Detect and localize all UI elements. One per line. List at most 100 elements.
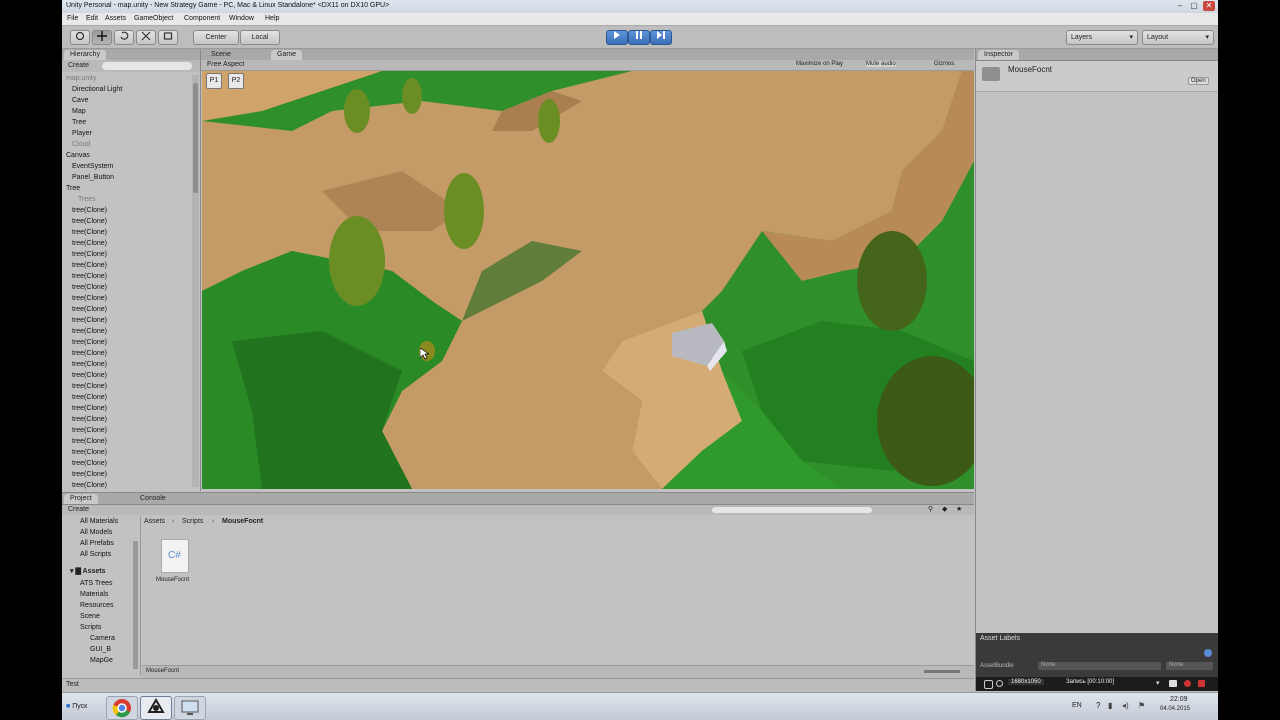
hierarchy-scrollbar[interactable] xyxy=(192,75,199,487)
pause-button[interactable] xyxy=(628,30,650,45)
hierarchy-item[interactable]: tree(Clone) xyxy=(62,271,190,282)
stop-icon[interactable] xyxy=(1198,680,1205,687)
hierarchy-item[interactable]: tree(Clone) xyxy=(62,436,190,447)
volume-icon[interactable]: ◂) xyxy=(1122,701,1129,710)
asset-bundle-dropdown[interactable]: None xyxy=(1038,662,1161,670)
folder-item[interactable]: Resources xyxy=(80,600,140,611)
p1-button[interactable]: P1 xyxy=(206,73,222,89)
menu-edit[interactable]: Edit xyxy=(86,15,98,22)
p2-button[interactable]: P2 xyxy=(228,73,244,89)
tab-inspector[interactable]: Inspector xyxy=(978,50,1019,60)
language-indicator[interactable]: EN xyxy=(1072,702,1082,709)
hierarchy-item[interactable]: tree(Clone) xyxy=(62,238,190,249)
menu-window[interactable]: Window xyxy=(229,15,254,22)
breadcrumb-scripts[interactable]: Scripts xyxy=(182,518,203,525)
hierarchy-item[interactable]: Trees xyxy=(62,194,190,205)
folder-item[interactable]: Materials xyxy=(80,589,140,600)
folder-item[interactable]: Scene xyxy=(80,611,140,622)
label-icon[interactable] xyxy=(1204,649,1212,657)
hierarchy-item[interactable]: tree(Clone) xyxy=(62,315,190,326)
camera-icon[interactable] xyxy=(1169,680,1177,687)
favorite-item[interactable]: All Prefabs xyxy=(80,538,140,549)
start-button[interactable]: ■ Пуск xyxy=(64,697,100,717)
aspect-dropdown[interactable]: Free Aspect xyxy=(207,61,244,68)
hierarchy-item[interactable]: tree(Clone) xyxy=(62,458,190,469)
scale-tool-button[interactable] xyxy=(136,30,156,45)
step-button[interactable] xyxy=(650,30,672,45)
hierarchy-item[interactable]: EventSystem xyxy=(62,161,190,172)
tree-scrollbar[interactable] xyxy=(133,541,138,669)
menu-component[interactable]: Component xyxy=(184,15,220,22)
hierarchy-item[interactable]: tree(Clone) xyxy=(62,370,190,381)
rect-tool-button[interactable] xyxy=(158,30,178,45)
play-button[interactable] xyxy=(606,30,628,45)
pivot-local-toggle[interactable]: Local xyxy=(240,30,280,45)
favorite-item[interactable]: All Scripts xyxy=(80,549,140,560)
unity-taskbar-icon[interactable] xyxy=(140,696,172,720)
scrollbar-thumb[interactable] xyxy=(193,83,198,193)
chevron-down-icon[interactable]: ▾ xyxy=(1156,679,1160,687)
hierarchy-item[interactable]: Tree xyxy=(62,117,190,128)
recorder-taskbar-icon[interactable] xyxy=(174,696,206,720)
folder-item[interactable]: ATS Trees xyxy=(80,578,140,589)
layout-dropdown[interactable]: Layout ▾ xyxy=(1142,30,1214,45)
filter-icon[interactable]: ⚲ xyxy=(928,505,933,513)
tab-hierarchy[interactable]: Hierarchy xyxy=(64,50,106,60)
hierarchy-item[interactable]: tree(Clone) xyxy=(62,205,190,216)
layers-dropdown[interactable]: Layers ▾ xyxy=(1066,30,1138,45)
maximize-button[interactable]: ▢ xyxy=(1188,1,1200,11)
rotate-tool-button[interactable] xyxy=(114,30,134,45)
hierarchy-item[interactable]: tree(Clone) xyxy=(62,293,190,304)
hierarchy-item[interactable]: map.unity xyxy=(62,73,190,84)
folder-item[interactable]: Scripts xyxy=(80,622,140,633)
hierarchy-item[interactable]: tree(Clone) xyxy=(62,359,190,370)
tab-project[interactable]: Project xyxy=(64,494,98,504)
hierarchy-item[interactable]: tree(Clone) xyxy=(62,216,190,227)
hierarchy-item[interactable]: tree(Clone) xyxy=(62,381,190,392)
hierarchy-item[interactable]: tree(Clone) xyxy=(62,392,190,403)
minimize-button[interactable]: – xyxy=(1174,1,1186,11)
hierarchy-item[interactable]: tree(Clone) xyxy=(62,326,190,337)
hierarchy-item[interactable]: tree(Clone) xyxy=(62,403,190,414)
hierarchy-item[interactable]: tree(Clone) xyxy=(62,249,190,260)
breadcrumb-assets[interactable]: Assets xyxy=(144,518,165,525)
hierarchy-item[interactable]: tree(Clone) xyxy=(62,282,190,293)
hierarchy-item[interactable]: Directional Light xyxy=(62,84,190,95)
favorite-item[interactable]: All Materials xyxy=(80,516,140,527)
mute-audio-toggle[interactable]: Mute audio xyxy=(866,61,896,67)
network-icon[interactable]: ▮ xyxy=(1108,701,1112,710)
hierarchy-item[interactable]: tree(Clone) xyxy=(62,227,190,238)
folder-item[interactable]: GUI_B xyxy=(80,644,140,655)
hierarchy-item[interactable]: tree(Clone) xyxy=(62,480,190,491)
open-button[interactable]: Open xyxy=(1188,77,1209,85)
star-icon[interactable]: ★ xyxy=(956,505,962,513)
game-viewport[interactable]: P1 P2 xyxy=(202,71,974,489)
record-icon[interactable] xyxy=(1184,680,1191,687)
move-tool-button[interactable] xyxy=(92,30,112,45)
hierarchy-item[interactable]: tree(Clone) xyxy=(62,260,190,271)
flag-icon[interactable]: ⚑ xyxy=(1138,701,1145,710)
clock-time[interactable]: 22:09 xyxy=(1170,696,1188,703)
clock-date[interactable]: 04.04.2015 xyxy=(1160,706,1190,712)
breadcrumb-current[interactable]: MouseFocnt xyxy=(222,518,263,525)
folder-item[interactable]: Camera xyxy=(80,633,140,644)
hierarchy-item[interactable]: Panel_Button xyxy=(62,172,190,183)
hand-tool-button[interactable] xyxy=(70,30,90,45)
hierarchy-item[interactable]: Canvas xyxy=(62,150,190,161)
hierarchy-item[interactable]: tree(Clone) xyxy=(62,304,190,315)
icon-size-slider[interactable] xyxy=(924,670,960,673)
assets-root[interactable]: ▾ ▇ Assets xyxy=(70,567,106,575)
asset-bundle-variant-dropdown[interactable]: None xyxy=(1166,662,1213,670)
project-create-button[interactable]: Create xyxy=(68,506,89,513)
tab-game[interactable]: Game xyxy=(271,50,303,60)
tab-console[interactable]: Console xyxy=(134,494,172,504)
gizmos-dropdown[interactable]: Gizmos xyxy=(934,61,954,67)
hierarchy-item[interactable]: Tree xyxy=(62,183,190,194)
chrome-taskbar-icon[interactable] xyxy=(106,696,138,720)
hierarchy-item[interactable]: Cloud xyxy=(62,139,190,150)
tab-scene[interactable]: Scene xyxy=(205,50,237,60)
hierarchy-item[interactable]: Map xyxy=(62,106,190,117)
hierarchy-item[interactable]: Cave xyxy=(62,95,190,106)
close-window-button[interactable]: ✕ xyxy=(1203,1,1215,11)
hierarchy-item[interactable]: Player xyxy=(62,128,190,139)
